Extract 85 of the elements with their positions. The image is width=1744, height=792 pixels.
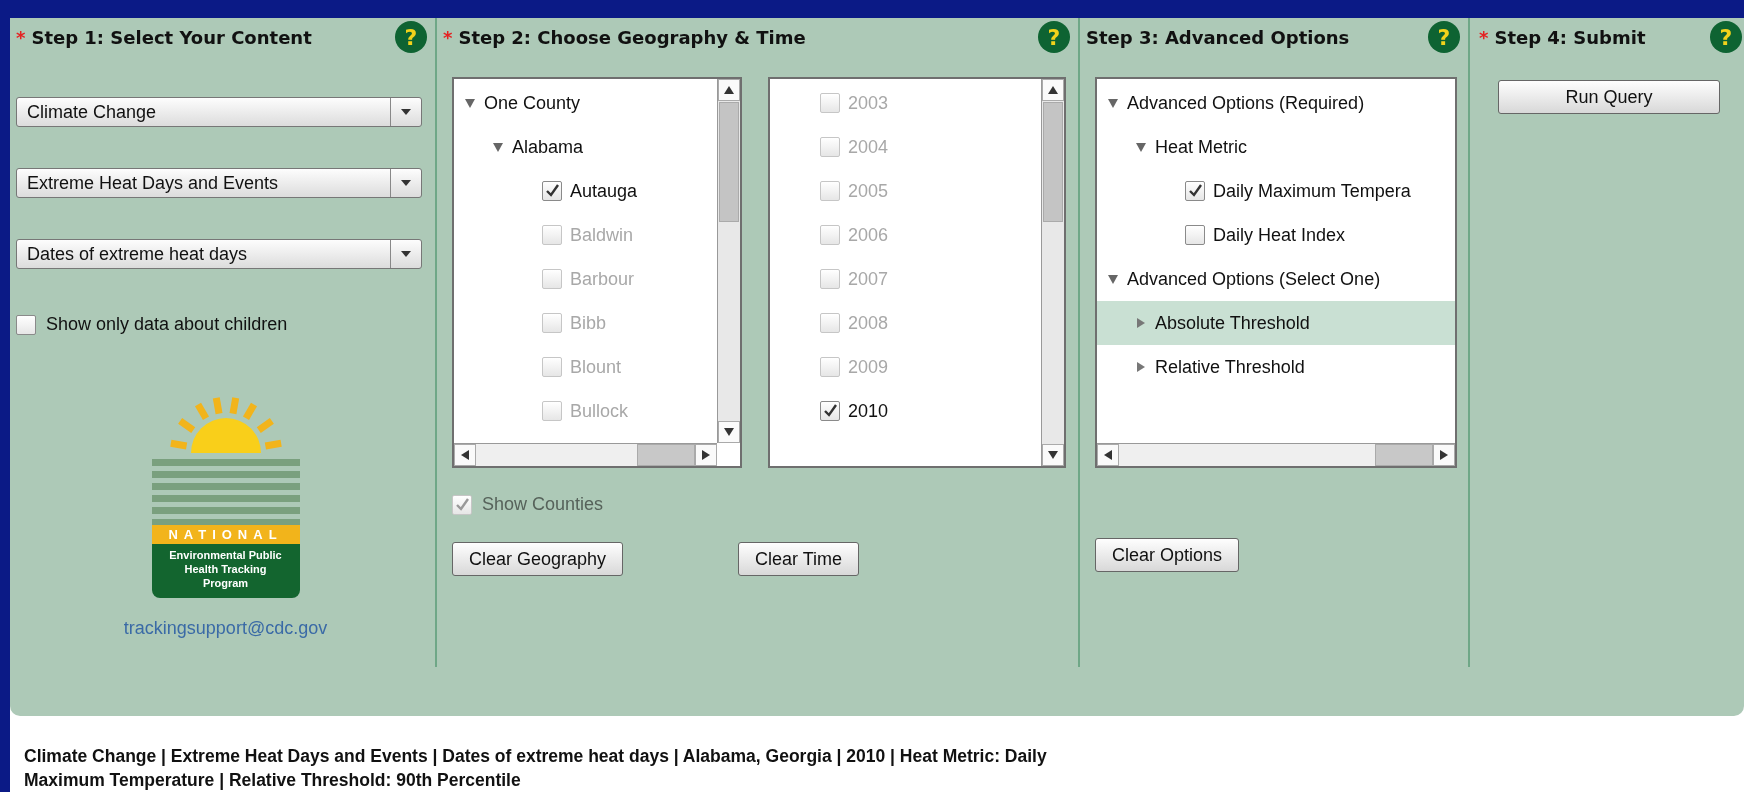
tree-label: Baldwin (570, 224, 634, 246)
caret-down-icon[interactable] (1135, 141, 1147, 153)
caret-down-icon[interactable] (401, 250, 411, 258)
query-summary: Climate Change | Extreme Heat Days and Events | Dates of extreme heat days | Alabama, Georgia | 2010 | Heat Metric: Daily Maximum Temperature | Relative Threshold: 90th Percentile (23, 745, 1048, 792)
dropdown[interactable]: Extreme Heat Days and Events (16, 168, 422, 198)
caret-down-icon[interactable] (492, 141, 504, 153)
tree-label: Advanced Options (Required) (1127, 92, 1365, 114)
caret-right-icon[interactable] (1135, 361, 1147, 373)
tree-row[interactable]: Daily Heat Index (1097, 213, 1455, 257)
tree-label: Daily Maximum Tempera (1213, 180, 1411, 202)
arrow-down-icon[interactable] (723, 426, 735, 438)
scroll-thumb[interactable] (1043, 102, 1063, 222)
run-query-button[interactable]: Run Query (1498, 80, 1720, 114)
vertical-scrollbar[interactable] (717, 79, 740, 443)
year-label: 2010 (848, 400, 889, 422)
checkbox[interactable] (820, 401, 840, 421)
checkbox[interactable] (1185, 225, 1205, 245)
checkbox[interactable] (16, 314, 36, 335)
caret-right-icon[interactable] (1135, 317, 1147, 329)
checkbox[interactable] (1185, 181, 1205, 201)
caret-down-icon[interactable] (464, 97, 476, 109)
tree-label: Autauga (570, 180, 638, 202)
arrow-up-icon[interactable] (1047, 84, 1059, 96)
tree-row[interactable]: Daily Maximum Tempera (1097, 169, 1455, 213)
clear-button[interactable]: Clear Geography (452, 542, 624, 576)
step-title: * Step 2: Choose Geography & Time (443, 26, 806, 48)
checkbox[interactable] (542, 181, 562, 201)
arrow-up-icon[interactable] (723, 84, 735, 96)
tree-label: Heat Metric (1155, 136, 1248, 158)
tree-row[interactable]: Advanced Options (Select One) (1097, 257, 1455, 301)
help-button[interactable]: ? (1710, 21, 1742, 53)
year-label: 2005 (848, 180, 889, 202)
logo-caption: Environmental Public Health Tracking Program (151, 544, 300, 598)
year-label: 2008 (848, 312, 889, 334)
tree-label: One County (484, 92, 581, 114)
checkbox-label: Show Counties (482, 494, 604, 515)
year-label: 2006 (848, 224, 889, 246)
tree-label: Advanced Options (Select One) (1127, 268, 1381, 290)
vertical-scrollbar[interactable] (1041, 79, 1064, 466)
tree-row[interactable]: Heat Metric (1097, 125, 1455, 169)
logo-band: NATIONAL (151, 525, 300, 544)
tree-label: Blount (570, 356, 622, 378)
tree-row[interactable]: Autauga (454, 169, 717, 213)
tree-row[interactable]: Absolute Threshold (1097, 301, 1455, 345)
tree-label: Daily Heat Index (1213, 224, 1346, 246)
caret-down-icon[interactable] (1107, 273, 1119, 285)
scroll-thumb[interactable] (637, 444, 695, 466)
scroll-thumb[interactable] (1375, 444, 1433, 466)
tree-row[interactable]: Alabama (454, 125, 717, 169)
tree-label: Alabama (512, 136, 584, 158)
arrow-right-icon[interactable] (1438, 449, 1450, 461)
help-button[interactable]: ? (1038, 21, 1070, 53)
clear-button[interactable]: Clear Time (738, 542, 860, 576)
step-title: Step 3: Advanced Options (1086, 26, 1350, 48)
tree-row[interactable]: Advanced Options (Required) (1097, 81, 1455, 125)
caret-down-icon[interactable] (401, 108, 411, 116)
horizontal-scrollbar[interactable] (1097, 443, 1455, 466)
tree-label: Absolute Threshold (1155, 312, 1310, 334)
tree-row[interactable]: 2010 (770, 389, 1041, 433)
tree-label: Bullock (570, 400, 629, 422)
step-title: * Step 4: Submit (1479, 26, 1646, 48)
help-button[interactable]: ? (395, 21, 427, 53)
arrow-down-icon[interactable] (1047, 449, 1059, 461)
horizontal-scrollbar[interactable] (454, 443, 717, 466)
tree-label: Relative Threshold (1155, 356, 1305, 378)
clear-options-button[interactable]: Clear Options (1095, 538, 1240, 572)
dropdown[interactable]: Climate Change (16, 97, 422, 127)
help-button[interactable]: ? (1428, 21, 1460, 53)
caret-down-icon[interactable] (1107, 97, 1119, 109)
year-label: 2007 (848, 268, 889, 290)
tree-label: Barbour (570, 268, 635, 290)
arrow-right-icon[interactable] (700, 449, 712, 461)
dropdown[interactable]: Dates of extreme heat days (16, 239, 422, 269)
tree-label: Bibb (570, 312, 607, 334)
checkbox-label: Show only data about children (46, 314, 288, 335)
arrow-left-icon[interactable] (459, 449, 471, 461)
caret-down-icon[interactable] (401, 179, 411, 187)
year-label: 2004 (848, 136, 889, 158)
step-title: * Step 1: Select Your Content (16, 26, 312, 48)
arrow-left-icon[interactable] (1102, 449, 1114, 461)
tree-row[interactable]: One County (454, 81, 717, 125)
tree-row[interactable]: Relative Threshold (1097, 345, 1455, 389)
scroll-thumb[interactable] (719, 102, 739, 222)
year-label: 2009 (848, 356, 889, 378)
year-label: 2003 (848, 92, 889, 114)
